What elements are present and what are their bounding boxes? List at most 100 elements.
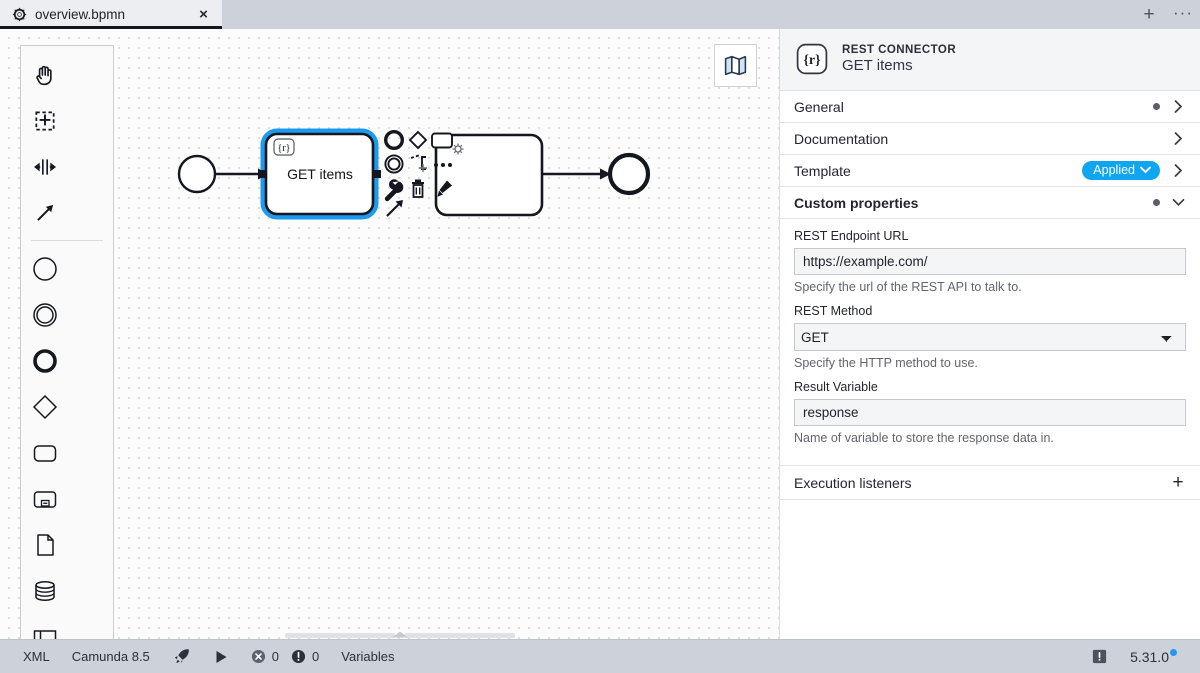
custom-properties-fields: REST Endpoint URL Specify the url of the… bbox=[780, 219, 1200, 459]
version-label-wrap: 5.31.0 bbox=[1130, 649, 1177, 665]
bpmn-diagram: {r} GET items bbox=[0, 29, 780, 641]
start-event bbox=[179, 156, 215, 192]
rest-method-label: REST Method bbox=[794, 304, 1186, 318]
chevron-down-icon bbox=[1170, 198, 1186, 207]
template-applied-badge[interactable]: Applied bbox=[1082, 161, 1160, 180]
status-notifications-button[interactable] bbox=[1080, 640, 1119, 673]
tab-title: overview.bpmn bbox=[35, 7, 187, 22]
gateway-icon bbox=[31, 393, 59, 421]
palette-item-start-event[interactable] bbox=[21, 246, 68, 292]
result-variable-label: Result Variable bbox=[794, 380, 1186, 394]
replace-icon bbox=[385, 179, 403, 201]
minimap-toggle-button[interactable] bbox=[714, 44, 757, 87]
connect-tool-icon bbox=[32, 200, 58, 226]
status-run-button[interactable] bbox=[202, 640, 240, 673]
add-execution-listener-button[interactable]: + bbox=[1170, 473, 1186, 492]
rest-method-help: Specify the HTTP method to use. bbox=[794, 356, 1186, 370]
group-dot-indicator bbox=[1153, 103, 1160, 110]
rest-method-select[interactable]: GET bbox=[794, 323, 1186, 351]
append-text-annotation-icon bbox=[411, 155, 427, 172]
error-circle-icon bbox=[251, 649, 266, 664]
rest-endpoint-url-input[interactable] bbox=[794, 248, 1186, 275]
rest-endpoint-url-help: Specify the url of the REST API to talk … bbox=[794, 280, 1186, 294]
chevron-right-icon bbox=[1170, 164, 1186, 177]
palette-item-connect-tool[interactable] bbox=[21, 190, 68, 236]
status-variables-button[interactable]: Variables bbox=[330, 640, 405, 673]
properties-panel: {r} REST CONNECTOR GET items General Doc… bbox=[780, 29, 1200, 641]
tab-bar: overview.bpmn × + ··· bbox=[0, 0, 1200, 29]
group-label: General bbox=[794, 99, 1143, 115]
tab-bar-spacer bbox=[222, 0, 1132, 29]
palette-item-space-tool[interactable] bbox=[21, 144, 68, 190]
bpmn-palette[interactable]: ••• bbox=[20, 45, 114, 641]
status-errors[interactable]: 0 0 bbox=[240, 640, 330, 673]
end-event bbox=[610, 155, 648, 193]
palette-separator bbox=[31, 240, 103, 241]
status-version[interactable]: 5.31.0 bbox=[1119, 640, 1188, 673]
group-dot-indicator bbox=[1153, 199, 1160, 206]
status-engine-selector[interactable]: Camunda 8.5 bbox=[61, 640, 161, 673]
rocket-icon bbox=[172, 647, 191, 666]
lasso-tool-icon bbox=[32, 108, 58, 134]
service-task: {r} GET items bbox=[263, 131, 376, 217]
chevron-right-icon bbox=[1170, 100, 1186, 113]
properties-header: {r} REST CONNECTOR GET items bbox=[780, 29, 1200, 91]
group-label: Execution listeners bbox=[794, 475, 1160, 491]
palette-item-end-event[interactable] bbox=[21, 338, 68, 384]
update-available-dot bbox=[1170, 649, 1177, 656]
svg-text:{r}: {r} bbox=[803, 53, 821, 68]
palette-elements-group bbox=[21, 246, 113, 641]
more-tabs-button[interactable]: ··· bbox=[1166, 0, 1200, 29]
palette-item-hand-tool[interactable] bbox=[21, 52, 68, 98]
task-icon bbox=[31, 439, 59, 467]
data-object-icon bbox=[31, 531, 59, 559]
properties-header-text: REST CONNECTOR GET items bbox=[842, 44, 956, 74]
variables-label: Variables bbox=[341, 649, 394, 664]
group-label: Template bbox=[794, 163, 1072, 179]
status-deploy-button[interactable] bbox=[161, 640, 202, 673]
bpmn-canvas[interactable]: {r} GET items bbox=[0, 29, 780, 641]
properties-group-execution-listeners[interactable]: Execution listeners + bbox=[780, 466, 1200, 500]
properties-group-template[interactable]: Template Applied bbox=[780, 155, 1200, 187]
rest-connector-icon: {r} bbox=[796, 43, 828, 75]
close-icon[interactable]: × bbox=[195, 6, 212, 23]
tab-overview-bpmn[interactable]: overview.bpmn × bbox=[0, 0, 222, 29]
xml-label: XML bbox=[23, 649, 50, 664]
service-task-label: GET items bbox=[287, 166, 353, 182]
bpmn-file-icon bbox=[12, 7, 27, 22]
properties-group-general[interactable]: General bbox=[780, 91, 1200, 123]
chevron-right-icon bbox=[1170, 132, 1186, 145]
palette-item-lasso-tool[interactable] bbox=[21, 98, 68, 144]
main-area: {r} GET items bbox=[0, 29, 1200, 641]
palette-item-data-object[interactable] bbox=[21, 522, 68, 568]
error-count: 0 bbox=[272, 649, 279, 664]
hand-tool-icon bbox=[32, 62, 58, 88]
connect-icon bbox=[387, 200, 403, 216]
rest-endpoint-url-label: REST Endpoint URL bbox=[794, 229, 1186, 243]
append-more-icon bbox=[434, 163, 452, 167]
palette-item-data-store[interactable] bbox=[21, 568, 68, 614]
chevron-down-icon bbox=[1140, 166, 1151, 174]
new-tab-button[interactable]: + bbox=[1132, 0, 1166, 29]
append-gateway-icon bbox=[410, 132, 426, 148]
palette-item-gateway[interactable] bbox=[21, 384, 68, 430]
append-end-event-icon bbox=[386, 132, 403, 149]
status-xml-button[interactable]: XML bbox=[12, 640, 61, 673]
notification-icon bbox=[1091, 648, 1108, 665]
palette-item-task[interactable] bbox=[21, 430, 68, 476]
svg-text:{r}: {r} bbox=[278, 143, 291, 154]
warning-circle-icon bbox=[291, 649, 306, 664]
palette-item-intermediate-event[interactable] bbox=[21, 292, 68, 338]
result-variable-input[interactable] bbox=[794, 399, 1186, 426]
palette-item-subprocess[interactable] bbox=[21, 476, 68, 522]
properties-group-documentation[interactable]: Documentation bbox=[780, 123, 1200, 155]
engine-label: Camunda 8.5 bbox=[72, 649, 150, 664]
group-label: Custom properties bbox=[794, 195, 1143, 211]
space-tool-icon bbox=[32, 154, 58, 180]
element-type-label: REST CONNECTOR bbox=[842, 44, 956, 56]
properties-group-custom-properties[interactable]: Custom properties bbox=[780, 187, 1200, 219]
palette-tools-group bbox=[21, 52, 113, 236]
append-intermediate-event-icon bbox=[385, 155, 402, 172]
end-event-icon bbox=[31, 347, 59, 375]
delete-icon bbox=[412, 180, 424, 198]
